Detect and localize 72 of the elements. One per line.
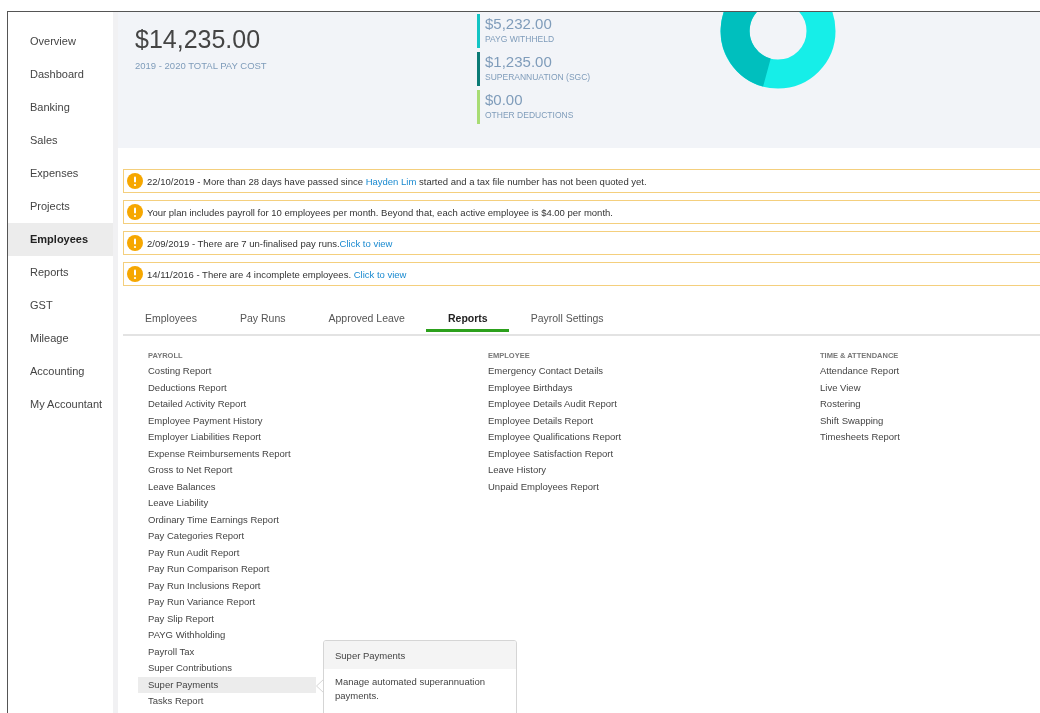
alert-message: Your plan includes payroll for 10 employees per month. Beyond that, each active employee is $4.00 per month. xyxy=(147,206,613,218)
sidebar-item[interactable]: Accounting xyxy=(8,355,113,388)
sidebar-item[interactable]: Sales xyxy=(8,124,113,157)
report-link[interactable]: Expense Reimbursements Report xyxy=(138,445,316,462)
report-link[interactable]: Pay Run Inclusions Report xyxy=(138,577,316,594)
sidebar-item[interactable]: Banking xyxy=(8,91,113,124)
report-link[interactable]: Employer Liabilities Report xyxy=(138,429,316,446)
report-link[interactable]: Employee Satisfaction Report xyxy=(478,445,656,462)
alert-message: 22/10/2019 - More than 28 days have passed since Hayden Lim started and a tax file number has not been quoted yet. xyxy=(147,175,647,187)
tab[interactable]: Employees xyxy=(123,304,218,332)
report-link[interactable]: Pay Categories Report xyxy=(138,528,316,545)
alert-message: 14/11/2016 - There are 4 incomplete employees. Click to view xyxy=(147,268,407,280)
sidebar-item[interactable]: Reports xyxy=(8,256,113,289)
breakdown-label: PAYG WITHHELD xyxy=(485,33,555,45)
tab[interactable]: Pay Runs xyxy=(217,304,307,332)
report-link[interactable]: Super Payments xyxy=(138,676,316,693)
report-link[interactable]: Leave Liability xyxy=(138,495,316,512)
sidebar-item[interactable]: Employees xyxy=(8,223,113,256)
sidebar-item[interactable]: Mileage xyxy=(8,322,113,355)
report-link[interactable]: Tasks Report xyxy=(138,693,316,710)
report-link[interactable]: Employee Birthdays xyxy=(478,379,656,396)
tab[interactable]: Reports xyxy=(425,304,509,332)
report-link[interactable]: Pay Slip Report xyxy=(138,610,316,627)
alert-link[interactable]: Hayden Lim xyxy=(365,175,417,187)
alert-link[interactable]: Click to view xyxy=(353,268,407,280)
report-link[interactable]: Super Contributions xyxy=(138,660,316,677)
warning-icon xyxy=(127,173,143,189)
sidebar-item[interactable]: Dashboard xyxy=(8,58,113,91)
report-link[interactable]: Costing Report xyxy=(138,363,316,380)
report-link[interactable]: Emergency Contact Details xyxy=(478,363,656,380)
report-link[interactable]: Leave History xyxy=(478,462,656,479)
report-link[interactable]: Deductions Report xyxy=(138,379,316,396)
breakdown-label: SUPERANNUATION (SGC) xyxy=(485,71,591,83)
alert-link[interactable]: Click to view xyxy=(339,237,393,249)
warning-icon xyxy=(127,266,143,282)
report-link[interactable]: Gross to Net Report xyxy=(138,462,316,479)
tooltip-title: Super Payments xyxy=(324,640,516,669)
warning-icon xyxy=(127,204,143,220)
report-link[interactable]: Employee Details Audit Report xyxy=(478,396,656,413)
sidebar-item[interactable]: Overview xyxy=(8,25,113,58)
report-link[interactable]: Pay Run Comparison Report xyxy=(138,561,316,578)
tab[interactable]: Payroll Settings xyxy=(508,304,625,332)
sidebar-item[interactable]: GST xyxy=(8,289,113,322)
report-link[interactable]: Employee Payment History xyxy=(138,412,316,429)
breakdown-amount: $5,232.00 xyxy=(485,14,553,33)
report-link[interactable]: Rostering xyxy=(810,396,988,413)
report-link[interactable]: Timesheets Report xyxy=(810,429,988,446)
report-link[interactable]: Employee Details Report xyxy=(478,412,656,429)
warning-icon xyxy=(127,235,143,251)
report-link[interactable]: Shift Swapping xyxy=(810,412,988,429)
breakdown-label: OTHER DEDUCTIONS xyxy=(485,109,574,121)
report-link[interactable]: Attendance Report xyxy=(810,363,988,380)
report-link[interactable]: Live View xyxy=(810,379,988,396)
report-link[interactable]: Payroll Tax xyxy=(138,643,316,660)
report-link[interactable]: Unpaid Employees Report xyxy=(478,478,656,495)
report-link[interactable]: Pay Run Audit Report xyxy=(138,544,316,561)
report-link[interactable]: Ordinary Time Earnings Report xyxy=(138,511,316,528)
report-link[interactable]: Employee Qualifications Report xyxy=(478,429,656,446)
breakdown-amount: $0.00 xyxy=(485,90,524,109)
tab[interactable]: Approved Leave xyxy=(306,304,426,332)
sidebar-item[interactable]: Projects xyxy=(8,190,113,223)
report-link[interactable]: Detailed Activity Report xyxy=(138,396,316,413)
breakdown-amount: $1,235.00 xyxy=(485,52,553,71)
report-link[interactable]: Pay Run Variance Report xyxy=(138,594,316,611)
total-amount: $14,235.00 xyxy=(135,24,262,54)
alert-message: 2/09/2019 - There are 7 un-finalised pay runs.Click to view xyxy=(147,237,393,249)
sidebar-item[interactable]: My Accountant xyxy=(8,388,113,421)
total-label: 2019 - 2020 TOTAL PAY COST xyxy=(135,60,268,71)
sidebar-item[interactable]: Expenses xyxy=(8,157,113,190)
report-link[interactable]: PAYG Withholding xyxy=(138,627,316,644)
report-link[interactable]: Leave Balances xyxy=(138,478,316,495)
tooltip-text: Manage automated superannuation payments. xyxy=(334,674,486,703)
